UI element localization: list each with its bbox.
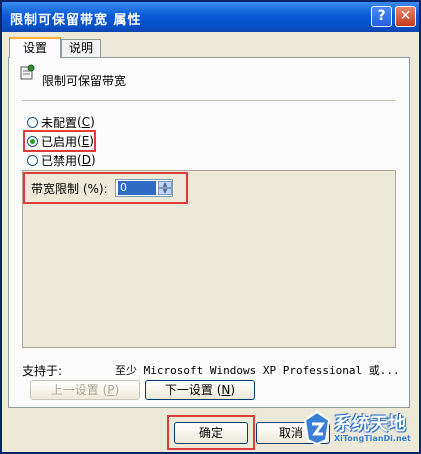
radio-circle[interactable]	[27, 154, 38, 166]
policy-setting-icon	[20, 64, 35, 80]
radio-key-paren: )	[90, 153, 96, 167]
window-title: 限制可保留带宽 属性	[10, 13, 142, 28]
previous-setting-button[interactable]: 上一设置 (P)	[30, 380, 140, 400]
watermark: 系统天地 XiTongTianDi.net	[300, 408, 421, 454]
supported-on-value: 至少 Microsoft Windows XP Professional 或..…	[115, 364, 400, 377]
prev-key: P	[107, 383, 115, 397]
radio-disabled[interactable]: 已禁用 (D)	[27, 152, 96, 168]
separator	[22, 100, 396, 101]
radio-key-disabled: D	[81, 153, 91, 167]
watermark-logo-icon	[303, 410, 331, 446]
radio-key-not-configured: C	[81, 115, 91, 129]
radio-circle[interactable]	[27, 116, 38, 128]
help-button[interactable]: ?	[371, 6, 392, 27]
next-key: N	[221, 383, 231, 397]
highlight-bandwidth-box	[23, 172, 188, 204]
radio-not-configured[interactable]: 未配置 (C)	[27, 114, 95, 130]
radio-label-disabled: 已禁用	[41, 153, 78, 168]
policy-name: 限制可保留带宽	[42, 74, 127, 88]
radio-label-not-configured: 未配置	[41, 115, 78, 130]
watermark-name: 系统天地	[334, 414, 406, 435]
close-button[interactable]: ✕	[395, 6, 416, 27]
watermark-url: XiTongTianDi.net	[334, 434, 411, 443]
highlight-ok-box	[167, 415, 255, 450]
title-bar[interactable]: 限制可保留带宽 属性 ? ✕	[2, 2, 419, 32]
tab-explain[interactable]: 说明	[61, 39, 101, 57]
prev-label: 上一设置	[50, 383, 99, 397]
next-setting-button[interactable]: 下一设置 (N)	[145, 380, 255, 400]
supported-on-label: 支持于:	[22, 364, 63, 378]
radio-key-paren: )	[90, 115, 95, 129]
next-label: 下一设置	[164, 383, 213, 397]
tab-settings[interactable]: 设置	[9, 37, 61, 58]
highlight-enabled-box	[23, 130, 96, 152]
